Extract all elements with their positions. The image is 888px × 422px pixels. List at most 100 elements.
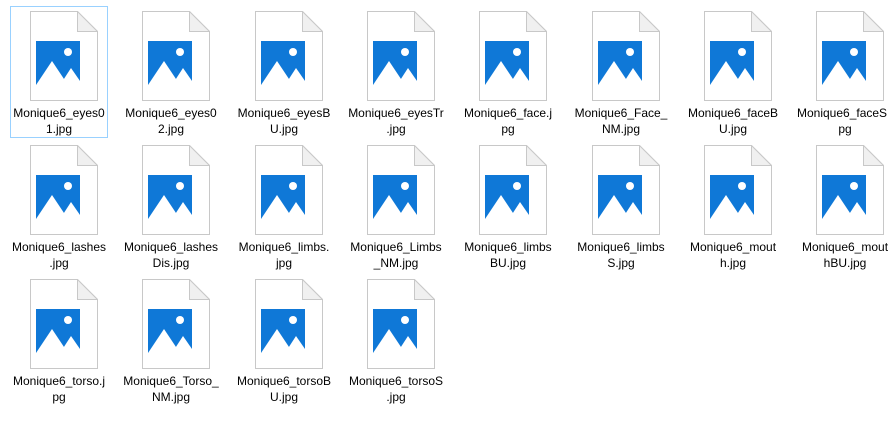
file-name-label: Monique6_mout hBU.jpg [797, 239, 888, 271]
image-file-icon [696, 145, 772, 235]
file-name-line: Monique6_mout [801, 240, 888, 254]
file-item[interactable]: Monique6_mout h.jpg [684, 140, 782, 272]
file-name-line: Monique6_faceB [687, 106, 779, 120]
file-item[interactable]: Monique6_torsoS .jpg [347, 274, 445, 406]
file-item[interactable]: Monique6_limbs BU.jpg [459, 140, 557, 272]
image-file-icon [22, 11, 98, 101]
file-name-line: Monique6_limbs [464, 240, 552, 254]
file-name-line: Monique6_faceS.j [797, 106, 888, 120]
file-name-label: Monique6_limbs.jpg [236, 239, 332, 271]
file-item[interactable]: Monique6_torso.jpg [10, 274, 108, 406]
image-file-icon [22, 145, 98, 235]
file-name-line: Monique6_limbs [577, 240, 665, 254]
file-name-line: Monique6_face.j [463, 106, 553, 120]
file-name-line: 2.jpg [157, 122, 185, 136]
file-item[interactable]: Monique6_lashes Dis.jpg [122, 140, 220, 272]
file-item[interactable]: Monique6_eyesTr .jpg [347, 6, 445, 138]
image-file-icon [471, 145, 547, 235]
file-name-label: Monique6_face.jpg [460, 105, 556, 137]
file-name-label: Monique6_faceB U.jpg [685, 105, 781, 137]
file-item[interactable]: Monique6_Limbs _NM.jpg [347, 140, 445, 272]
image-file-icon [359, 145, 435, 235]
file-name-line: Monique6_eyesTr [348, 106, 444, 120]
image-file-icon [359, 11, 435, 101]
file-name-label: Monique6_eyes0 2.jpg [123, 105, 219, 137]
file-name-label: Monique6_eyesTr .jpg [348, 105, 444, 137]
file-item[interactable]: Monique6_Face_ NM.jpg [572, 6, 670, 138]
file-name-line: Monique6_eyes0 [125, 106, 217, 120]
file-name-line: 1.jpg [45, 122, 73, 136]
file-item[interactable]: Monique6_face.jpg [459, 6, 557, 138]
file-item[interactable]: Monique6_mout hBU.jpg [796, 140, 888, 272]
file-item[interactable]: Monique6_lashes .jpg [10, 140, 108, 272]
file-name-label: Monique6_limbs S.jpg [573, 239, 669, 271]
file-name-line: jpg [275, 256, 292, 270]
file-name-line: Monique6_torsoS [348, 374, 444, 388]
file-name-line: NM.jpg [151, 390, 190, 404]
file-item[interactable]: Monique6_eyes0 1.jpg [10, 6, 108, 138]
image-file-icon [359, 279, 435, 369]
image-file-icon [134, 145, 210, 235]
file-name-line: NM.jpg [601, 122, 640, 136]
file-name-line: Monique6_limbs. [238, 240, 330, 254]
file-item[interactable]: Monique6_eyes0 2.jpg [122, 6, 220, 138]
file-name-line: Monique6_eyesB [237, 106, 331, 120]
file-name-label: Monique6_Face_ NM.jpg [573, 105, 669, 137]
file-name-label: Monique6_torsoB U.jpg [236, 373, 332, 405]
file-name-line: .jpg [386, 122, 406, 136]
file-name-line: _NM.jpg [373, 256, 419, 270]
file-item[interactable]: Monique6_eyesB U.jpg [235, 6, 333, 138]
file-name-line: Dis.jpg [152, 256, 190, 270]
file-name-label: Monique6_eyesB U.jpg [236, 105, 332, 137]
file-name-label: Monique6_faceS.jpg [797, 105, 888, 137]
image-file-icon [134, 279, 210, 369]
file-name-line: BU.jpg [489, 256, 527, 270]
file-name-label: Monique6_torsoS .jpg [348, 373, 444, 405]
file-name-line: Monique6_Torso_ [123, 374, 219, 388]
file-name-label: Monique6_lashes Dis.jpg [123, 239, 219, 271]
file-name-line: hBU.jpg [823, 256, 867, 270]
image-file-icon [471, 11, 547, 101]
file-name-line: U.jpg [269, 390, 298, 404]
image-file-icon [584, 11, 660, 101]
file-item[interactable]: Monique6_faceS.jpg [796, 6, 888, 138]
file-item[interactable]: Monique6_faceB U.jpg [684, 6, 782, 138]
file-name-line: Monique6_Face_ [574, 106, 668, 120]
image-file-icon [22, 279, 98, 369]
file-name-line: h.jpg [719, 256, 747, 270]
file-name-line: Monique6_lashes [11, 240, 107, 254]
file-name-line: pg [501, 122, 515, 136]
file-name-line: Monique6_lashes [123, 240, 219, 254]
file-name-label: Monique6_mout h.jpg [685, 239, 781, 271]
file-name-line: .jpg [49, 256, 69, 270]
file-name-line: Monique6_eyes0 [13, 106, 105, 120]
file-name-line: Monique6_Limbs [350, 240, 442, 254]
file-name-label: Monique6_eyes0 1.jpg [11, 105, 107, 137]
image-file-icon [247, 279, 323, 369]
file-name-line: Monique6_torsoB [236, 374, 332, 388]
file-name-line: pg [52, 390, 66, 404]
image-file-icon [134, 11, 210, 101]
file-name-label: Monique6_lashes .jpg [11, 239, 107, 271]
file-name-line: .jpg [386, 390, 406, 404]
file-name-line: Monique6_torso.j [12, 374, 106, 388]
file-icon-grid: Monique6_eyes0 1.jpg Monique6_eyes0 2.jpg Mo… [0, 0, 888, 422]
image-file-icon [808, 11, 884, 101]
file-name-line: pg [838, 122, 852, 136]
image-file-icon [584, 145, 660, 235]
image-file-icon [247, 11, 323, 101]
file-name-label: Monique6_Limbs _NM.jpg [348, 239, 444, 271]
image-file-icon [247, 145, 323, 235]
file-item[interactable]: Monique6_limbs.jpg [235, 140, 333, 272]
file-name-label: Monique6_Torso_ NM.jpg [123, 373, 219, 405]
file-name-label: Monique6_torso.jpg [11, 373, 107, 405]
file-item[interactable]: Monique6_torsoB U.jpg [235, 274, 333, 406]
file-name-line: U.jpg [718, 122, 747, 136]
file-name-line: S.jpg [607, 256, 635, 270]
image-file-icon [696, 11, 772, 101]
file-item[interactable]: Monique6_Torso_ NM.jpg [122, 274, 220, 406]
file-name-line: Monique6_mout [689, 240, 777, 254]
file-item[interactable]: Monique6_limbs S.jpg [572, 140, 670, 272]
file-name-label: Monique6_limbs BU.jpg [460, 239, 556, 271]
file-name-line: U.jpg [269, 122, 298, 136]
